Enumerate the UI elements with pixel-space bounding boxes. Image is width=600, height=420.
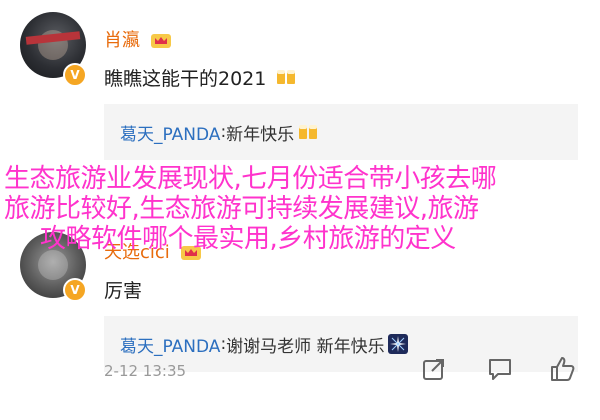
reply-box[interactable]: 葛天_PANDA : 新年快乐 bbox=[104, 104, 578, 160]
reply-text: 谢谢马老师 新年快乐 bbox=[226, 336, 385, 357]
reply-username[interactable]: 葛天_PANDA bbox=[120, 332, 220, 357]
beer-cheers-icon bbox=[299, 125, 318, 139]
username-label: 肖瀛 bbox=[104, 30, 140, 51]
overlay-line: 生态旅游业发展现状,七月份适合带小孩去哪 bbox=[4, 164, 497, 194]
comment-username[interactable]: 肖瀛 bbox=[104, 26, 172, 52]
comment-text: 厉害 bbox=[104, 280, 143, 302]
reply-text: 新年快乐 bbox=[226, 124, 295, 145]
comment-icon[interactable] bbox=[486, 355, 514, 383]
avatar-face bbox=[38, 250, 68, 280]
comment-text: 瞧瞧这能干的2021 bbox=[104, 64, 297, 91]
reply-username[interactable]: 葛天_PANDA bbox=[120, 120, 220, 145]
verified-badge-icon: V bbox=[63, 278, 87, 302]
beer-cheers-icon bbox=[277, 70, 296, 84]
like-icon[interactable] bbox=[548, 355, 576, 383]
overlay-line: 攻略软件哪个最实用,乡村旅游的定义 bbox=[40, 224, 456, 254]
verified-badge-icon: V bbox=[63, 63, 87, 87]
share-icon[interactable] bbox=[420, 355, 448, 383]
comment-body: 瞧瞧这能干的2021 bbox=[104, 68, 267, 90]
sparkle-icon bbox=[387, 334, 408, 354]
overlay-caption: 生态旅游业发展现状,七月份适合带小孩去哪 旅游比较好,生态旅游可持续发展建议,旅… bbox=[0, 164, 600, 254]
crown-icon bbox=[150, 34, 171, 48]
timestamp: 2-12 13:35 bbox=[104, 362, 187, 380]
overlay-line: 旅游比较好,生态旅游可持续发展建议,旅游 bbox=[4, 194, 479, 224]
